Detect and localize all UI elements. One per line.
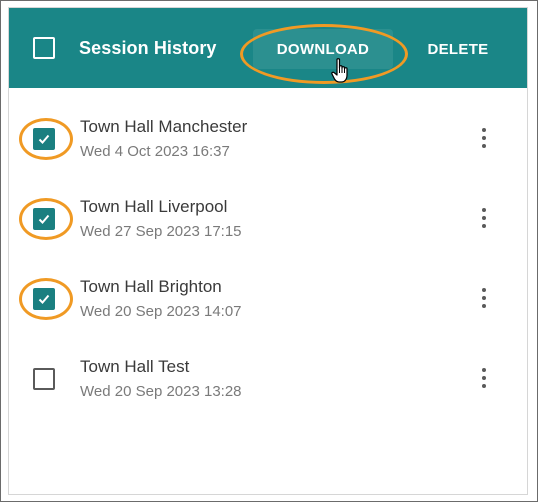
- hand-pointer-icon: [331, 58, 348, 83]
- delete-button[interactable]: DELETE: [413, 29, 503, 69]
- session-date: Wed 27 Sep 2023 17:15: [80, 223, 242, 240]
- download-highlight-ring: [240, 24, 408, 84]
- kebab-menu-icon[interactable]: [479, 366, 489, 390]
- kebab-menu-icon[interactable]: [479, 206, 489, 230]
- session-title: Town Hall Brighton: [80, 277, 222, 296]
- checkbox-highlight-ring: [19, 278, 73, 320]
- list-item[interactable]: Town Hall Liverpool Wed 27 Sep 2023 17:1…: [9, 168, 527, 248]
- session-title: Town Hall Liverpool: [80, 197, 228, 216]
- session-title: Town Hall Test: [80, 357, 190, 376]
- session-date: Wed 20 Sep 2023 14:07: [80, 303, 242, 320]
- screenshot-frame: Session History DOWNLOAD DELETE Town Hal…: [0, 0, 538, 502]
- session-date: Wed 20 Sep 2023 13:28: [80, 383, 242, 400]
- checkbox-highlight-ring: [19, 118, 73, 160]
- session-title: Town Hall Manchester: [80, 117, 248, 136]
- session-checkbox[interactable]: [33, 368, 55, 390]
- kebab-menu-icon[interactable]: [479, 286, 489, 310]
- checkbox-highlight-ring: [19, 198, 73, 240]
- list-item[interactable]: Town Hall Manchester Wed 4 Oct 2023 16:3…: [9, 88, 527, 168]
- toolbar: Session History DOWNLOAD DELETE: [9, 8, 527, 88]
- panel-title: Session History: [79, 38, 217, 58]
- session-history-panel: Session History DOWNLOAD DELETE Town Hal…: [8, 7, 528, 495]
- select-all-checkbox[interactable]: [33, 37, 55, 59]
- list-item[interactable]: Town Hall Test Wed 20 Sep 2023 13:28: [9, 328, 527, 408]
- list-item[interactable]: Town Hall Brighton Wed 20 Sep 2023 14:07: [9, 248, 527, 328]
- kebab-menu-icon[interactable]: [479, 126, 489, 150]
- session-date: Wed 4 Oct 2023 16:37: [80, 143, 230, 160]
